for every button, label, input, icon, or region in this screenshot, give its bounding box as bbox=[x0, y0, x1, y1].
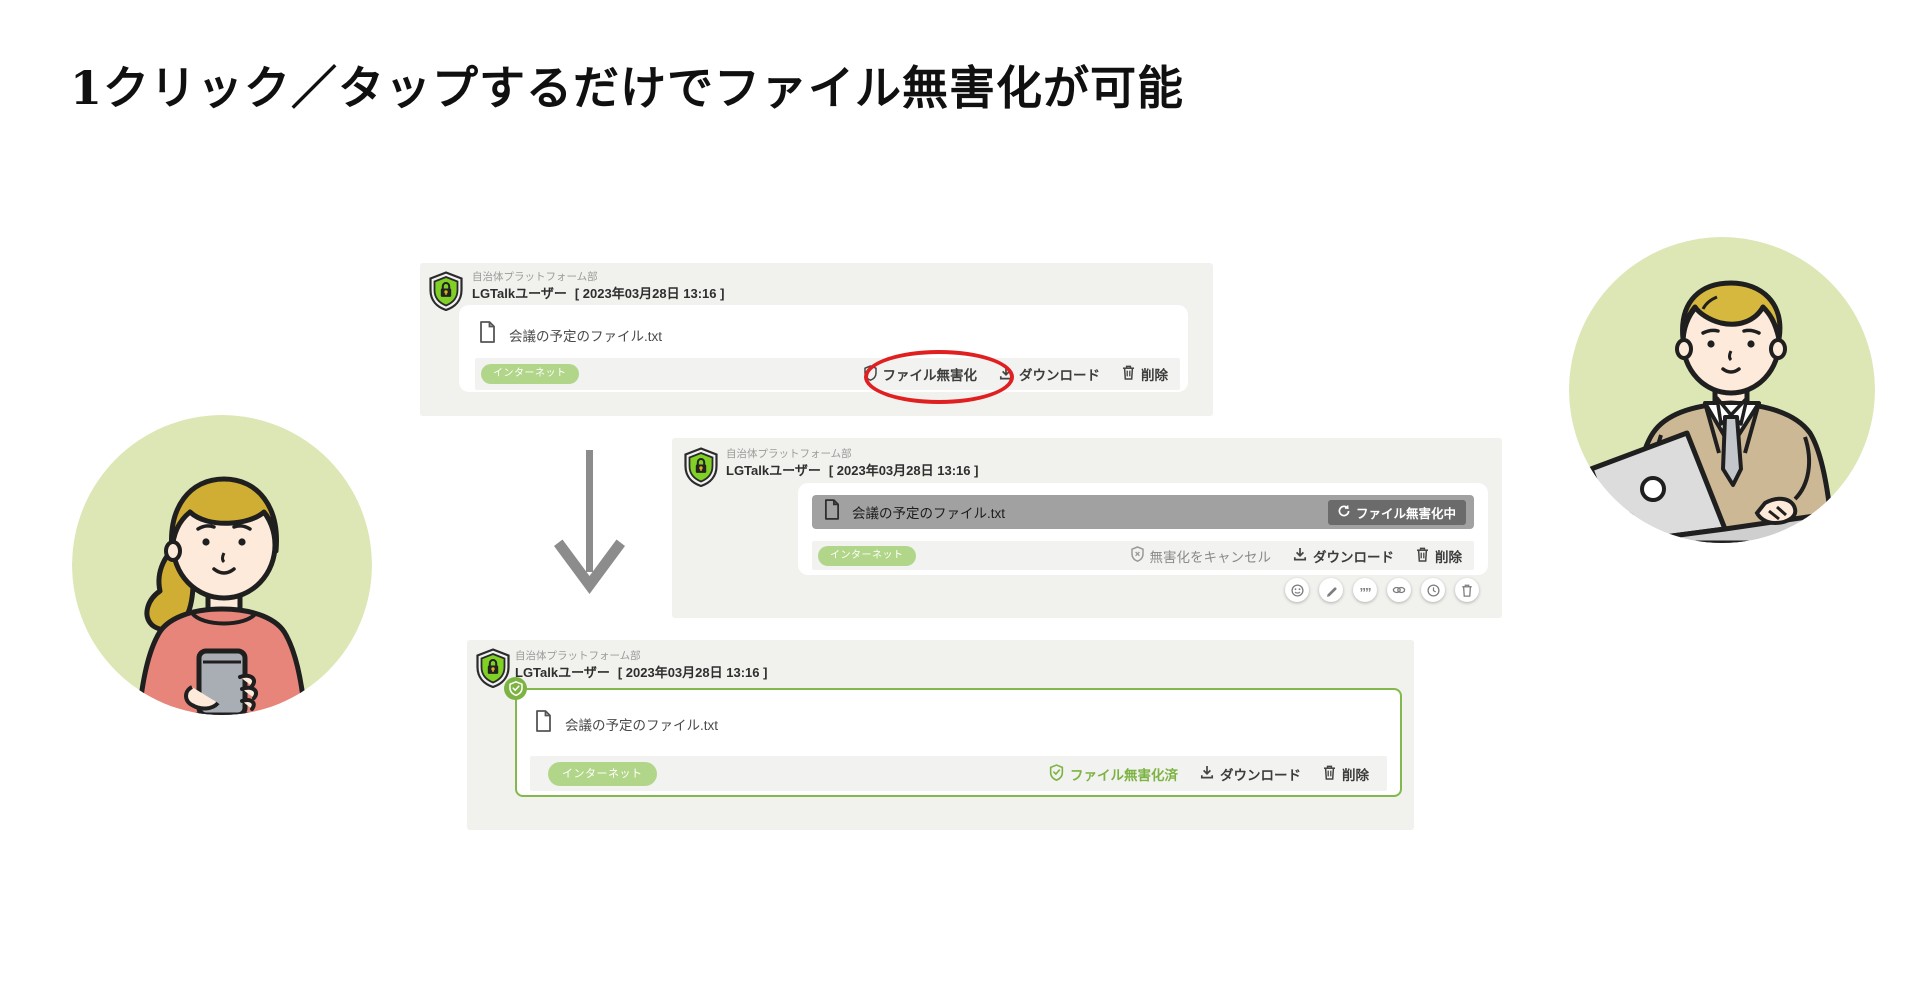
attachment-card: 会議の予定のファイル.txt ファイル無害化中 インターネット 無害化をキャンセ… bbox=[798, 483, 1488, 575]
attachment-action-bar: インターネット 無害化をキャンセル ダウンロード 削除 bbox=[812, 541, 1474, 570]
shield-cancel-icon bbox=[1130, 546, 1144, 565]
user-timestamp-line: LGTalkユーザー [ 2023年03月28日 13:16 ] bbox=[726, 460, 978, 479]
message-panel-processing: 自治体プラットフォーム部 LGTalkユーザー [ 2023年03月28日 13:… bbox=[672, 438, 1502, 618]
edit-pencil-button[interactable] bbox=[1319, 578, 1343, 602]
user-name: LGTalkユーザー bbox=[515, 665, 610, 680]
link-button[interactable] bbox=[1387, 578, 1411, 602]
department-label: 自治体プラットフォーム部 bbox=[726, 448, 852, 460]
user-timestamp-line: LGTalkユーザー [ 2023年03月28日 13:16 ] bbox=[515, 662, 767, 681]
avatar-shield-icon bbox=[683, 447, 719, 492]
sync-icon bbox=[1338, 504, 1350, 520]
user-timestamp-line: LGTalkユーザー [ 2023年03月28日 13:16 ] bbox=[472, 283, 724, 302]
file-row[interactable]: 会議の予定のファイル.txt bbox=[535, 710, 718, 737]
delete-button[interactable]: 削除 bbox=[1323, 764, 1369, 784]
timestamp: [ 2023年03月28日 13:16 ] bbox=[828, 463, 979, 478]
download-button[interactable]: ダウンロード bbox=[999, 364, 1100, 384]
delete-label: 削除 bbox=[1342, 767, 1369, 783]
user-name: LGTalkユーザー bbox=[726, 463, 821, 478]
sanitized-status-label: ファイル無害化済 bbox=[1070, 767, 1178, 783]
file-row-processing: 会議の予定のファイル.txt ファイル無害化中 bbox=[812, 495, 1474, 529]
delete-button[interactable]: 削除 bbox=[1416, 546, 1462, 566]
file-row[interactable]: 会議の予定のファイル.txt bbox=[479, 321, 662, 348]
download-button[interactable]: ダウンロード bbox=[1293, 546, 1394, 566]
quote-button[interactable]: ”” bbox=[1353, 578, 1377, 602]
timestamp: [ 2023年03月28日 13:16 ] bbox=[617, 665, 768, 680]
emoji-reaction-button[interactable] bbox=[1285, 578, 1309, 602]
download-label: ダウンロード bbox=[1019, 368, 1100, 383]
download-label: ダウンロード bbox=[1220, 767, 1301, 783]
file-icon bbox=[535, 710, 552, 737]
download-button[interactable]: ダウンロード bbox=[1200, 764, 1301, 784]
avatar-shield-icon bbox=[428, 271, 464, 316]
down-arrow-icon bbox=[554, 450, 625, 594]
message-hover-toolbar: ”” bbox=[1285, 578, 1479, 602]
message-panel-done: 自治体プラットフォーム部 LGTalkユーザー [ 2023年03月28日 13:… bbox=[467, 640, 1414, 830]
file-name: 会議の予定のファイル.txt bbox=[565, 717, 719, 733]
shield-check-icon bbox=[1049, 763, 1064, 784]
file-name: 会議の予定のファイル.txt bbox=[852, 506, 1006, 521]
network-badge: インターネット bbox=[481, 364, 579, 384]
timestamp: [ 2023年03月28日 13:16 ] bbox=[574, 286, 725, 301]
sanitized-status: ファイル無害化済 bbox=[1049, 763, 1178, 784]
page-title: 1クリック／タップするだけでファイル無害化が可能 bbox=[70, 61, 1185, 115]
download-icon bbox=[1200, 765, 1214, 782]
department-label: 自治体プラットフォーム部 bbox=[515, 650, 641, 662]
file-icon bbox=[824, 499, 840, 525]
download-label: ダウンロード bbox=[1313, 549, 1394, 565]
network-badge: インターネット bbox=[818, 545, 916, 566]
sanitizing-status-button[interactable]: ファイル無害化中 bbox=[1327, 499, 1466, 525]
delete-label: 削除 bbox=[1141, 368, 1168, 383]
sanitized-shield-check-badge bbox=[504, 677, 527, 700]
attachment-action-bar: インターネット ファイル無害化済 ダウンロード 削除 bbox=[530, 756, 1387, 791]
trash-icon bbox=[1122, 365, 1135, 383]
trash-icon bbox=[1323, 765, 1336, 783]
attachment-action-bar: インターネット ファイル無害化 ダウンロード 削除 bbox=[475, 358, 1180, 390]
delete-message-button[interactable] bbox=[1455, 578, 1479, 602]
sanitize-highlight-ellipse bbox=[864, 350, 1014, 404]
cancel-sanitize-button[interactable]: 無害化をキャンセル bbox=[1130, 546, 1272, 566]
user-name: LGTalkユーザー bbox=[472, 286, 567, 301]
attachment-card: 会議の予定のファイル.txt インターネット ファイル無害化済 ダウンロード 削… bbox=[515, 688, 1402, 797]
sanitizing-status-label: ファイル無害化中 bbox=[1355, 506, 1456, 521]
quote-icon: ”” bbox=[1359, 584, 1372, 600]
network-badge: インターネット bbox=[548, 761, 657, 786]
delete-label: 削除 bbox=[1435, 549, 1462, 565]
department-label: 自治体プラットフォーム部 bbox=[472, 271, 598, 283]
delete-button[interactable]: 削除 bbox=[1122, 364, 1168, 384]
history-clock-button[interactable] bbox=[1421, 578, 1445, 602]
file-icon bbox=[479, 321, 496, 348]
message-panel-initial: 自治体プラットフォーム部 LGTalkユーザー [ 2023年03月28日 13:… bbox=[420, 263, 1213, 416]
man-with-laptop-illustration bbox=[1569, 237, 1875, 543]
woman-with-smartphone-illustration bbox=[72, 415, 372, 715]
cancel-sanitize-label: 無害化をキャンセル bbox=[1149, 549, 1272, 565]
trash-icon bbox=[1416, 547, 1429, 565]
download-icon bbox=[1293, 547, 1307, 564]
file-name: 会議の予定のファイル.txt bbox=[509, 328, 663, 344]
attachment-card: 会議の予定のファイル.txt インターネット ファイル無害化 ダウンロード 削除 bbox=[459, 305, 1188, 392]
slide-canvas: 1クリック／タップするだけでファイル無害化が可能 自治体プラットフォーム部 LG… bbox=[0, 0, 1920, 1005]
